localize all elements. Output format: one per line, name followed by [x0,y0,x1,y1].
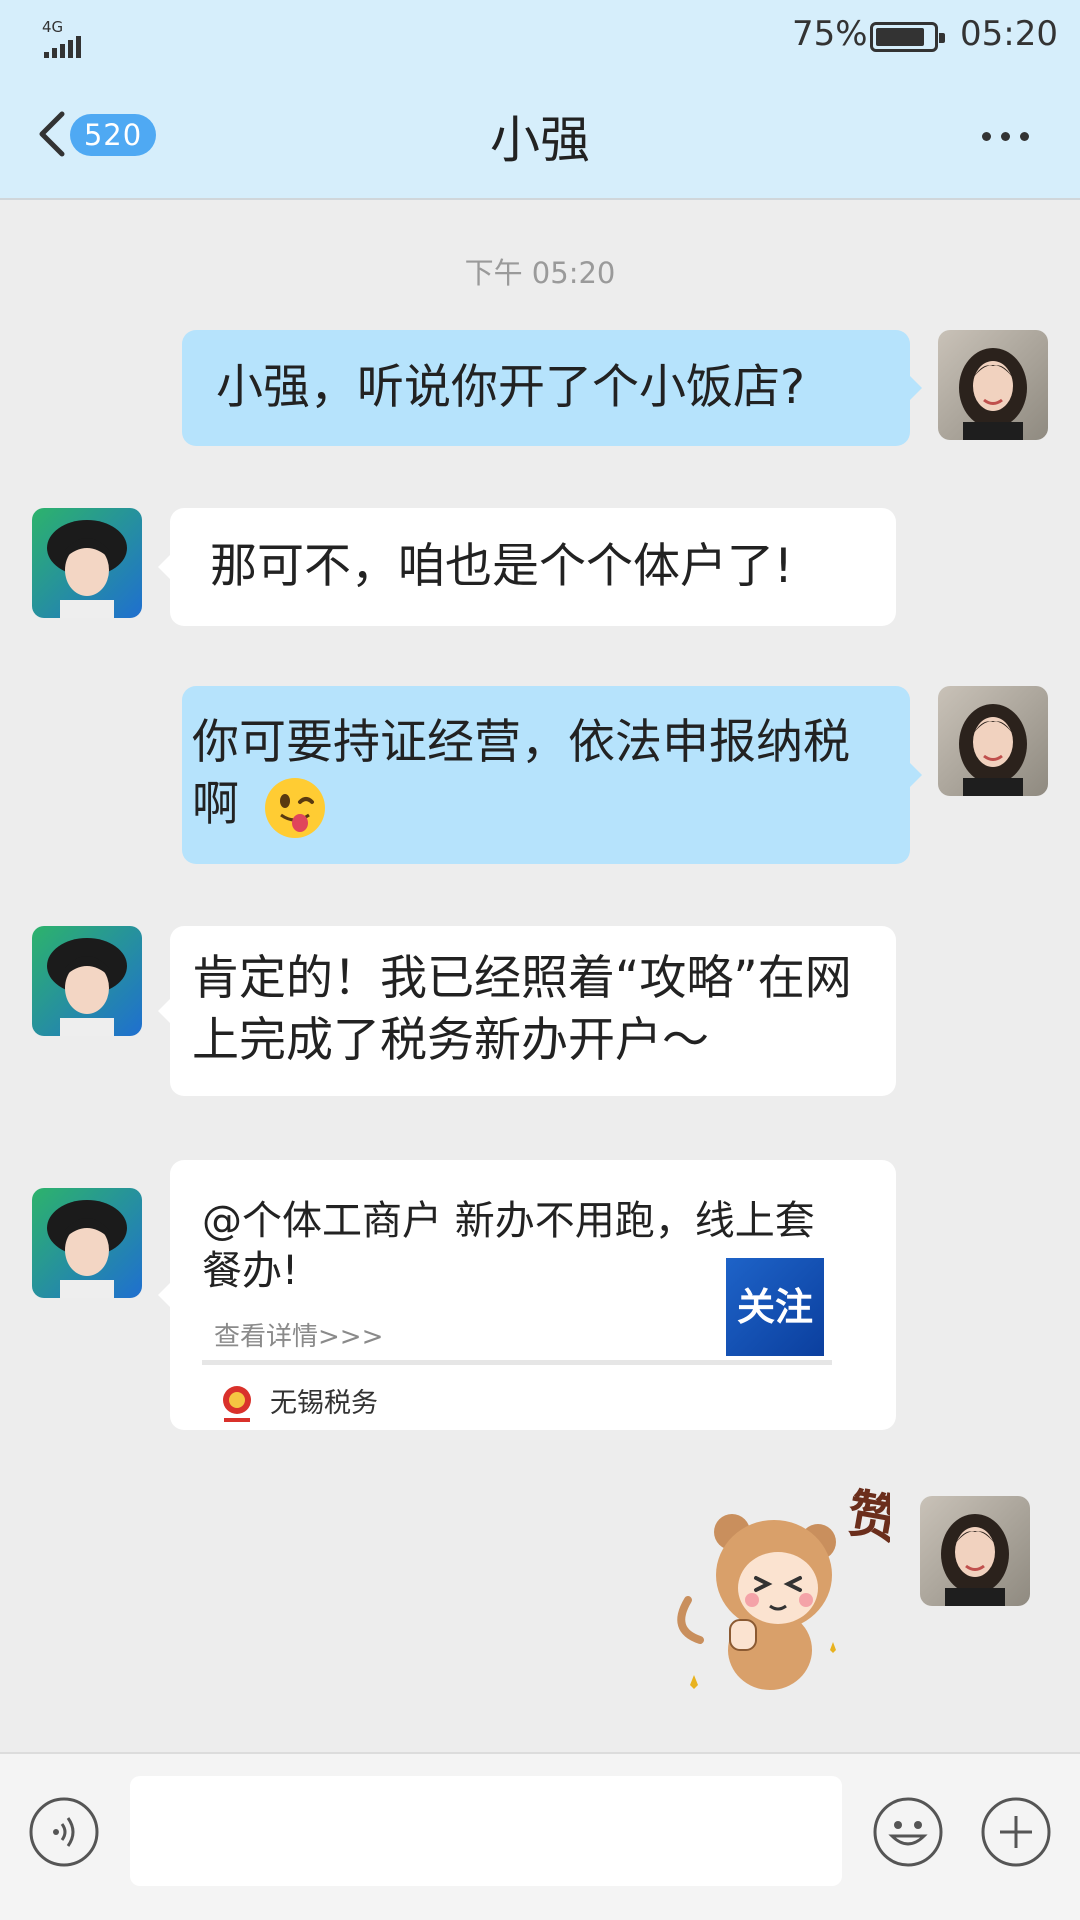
monkey-thumbs-up-sticker[interactable]: 赞 [670,1470,904,1710]
more-button[interactable] [970,118,1040,154]
card-source[interactable]: 无锡税务 [218,1378,378,1430]
friend-avatar[interactable] [32,1188,142,1298]
message-text: 那可不，咱也是个个体户了! [210,539,793,594]
share-card[interactable]: @个体工商户 新办不用跑，线上套餐办! 查看详情>>> 关注 无锡税务 [158,1160,896,1430]
card-details-link[interactable]: 查看详情>>> [214,1306,383,1368]
emoji-button[interactable] [872,1796,944,1872]
signal-icon: 4G [40,18,100,58]
smiley-icon [873,1797,943,1867]
sticker-image: 赞 [677,1484,904,1690]
card-source-name: 无锡税务 [270,1388,378,1419]
my-avatar[interactable] [938,330,1048,440]
my-avatar[interactable] [938,686,1048,796]
friend-avatar[interactable] [32,508,142,618]
avatar-woman-icon [938,330,1048,440]
top-bar: 4G 75% 05:20 520 小强 [0,0,1080,200]
more-dots-icon [981,131,991,141]
message-timestamp: 下午 05:20 [464,256,616,290]
my-avatar[interactable] [920,1496,1030,1606]
input-bar [0,1752,1080,1920]
battery-icon [870,22,945,52]
voice-button[interactable] [28,1796,100,1872]
network-type: 4G [42,18,64,36]
winking-tongue-emoji-icon [264,777,325,838]
avatar-woman-icon [938,686,1048,796]
tax-emblem-icon [223,1386,251,1422]
status-time: 05:20 [960,14,1058,54]
message-bubble-friend[interactable]: 肯定的！我已经照着“攻略”在网上完成了税务新办开户～ [158,926,896,1096]
message-text: 肯定的！我已经照着“攻略”在网上完成了税务新办开户～ [192,951,852,1068]
chat-title: 小强 [490,111,590,169]
plus-icon [981,1797,1051,1867]
battery-percent: 75% [792,14,868,54]
friend-avatar[interactable] [32,926,142,1036]
card-divider [202,1360,832,1365]
message-text: 小强，听说你开了个小饭店? [216,360,805,415]
avatar-woman-icon [920,1496,1030,1606]
message-bubble-me[interactable]: 你可要持证经营，依法申报纳税啊 [182,686,922,864]
message-bubble-me[interactable]: 小强，听说你开了个小饭店? [182,330,922,446]
sticker-caption: 赞 [843,1484,890,1552]
avatar-boy-icon [32,1188,142,1298]
message-bubble-friend[interactable]: 那可不，咱也是个个体户了! [158,508,896,626]
avatar-boy-icon [32,508,142,618]
plus-button[interactable] [980,1796,1052,1872]
avatar-boy-icon [32,926,142,1036]
voice-icon [29,1797,99,1867]
card-follow-button[interactable]: 关注 [726,1258,824,1356]
message-input[interactable] [130,1776,842,1886]
